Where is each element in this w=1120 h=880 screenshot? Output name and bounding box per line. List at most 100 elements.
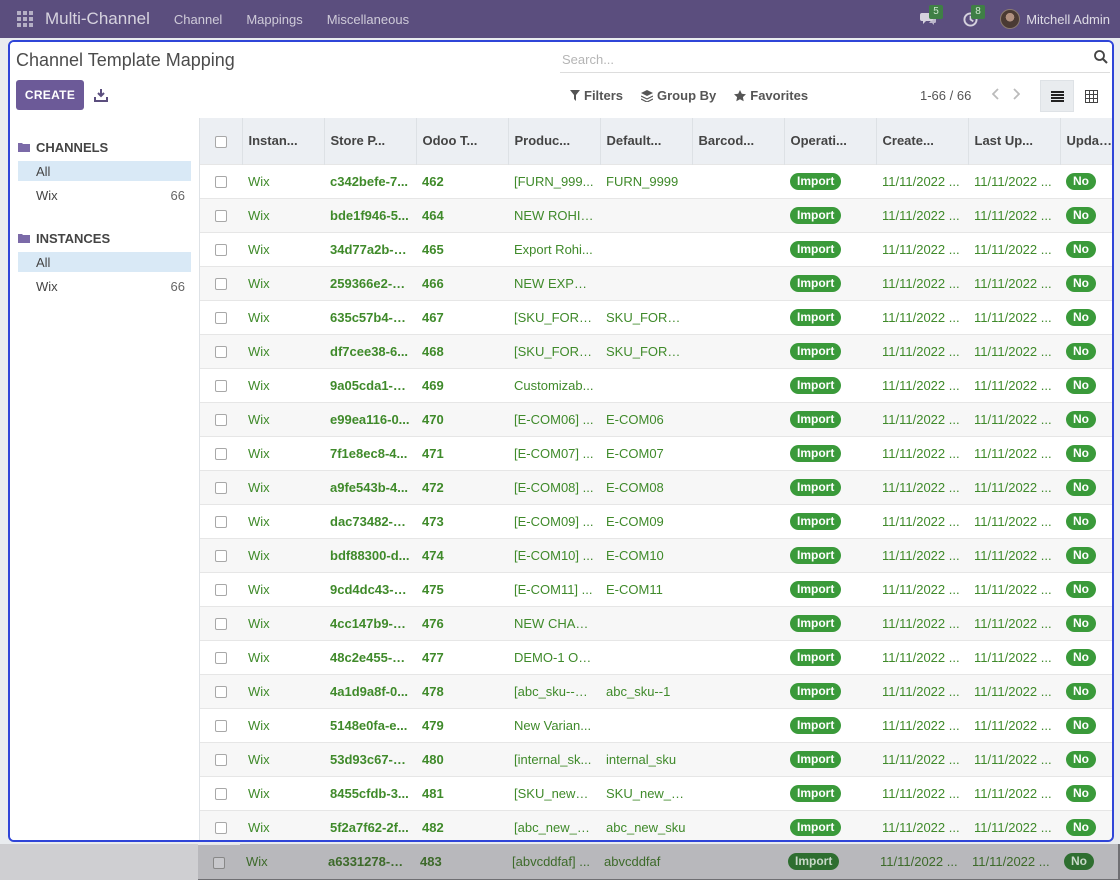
instance-filter-wix[interactable]: Wix 66 <box>18 276 191 296</box>
cell-odoo-template-id: 480 <box>416 741 508 776</box>
table-row[interactable]: Wix 8455cfdb-3... 481 [SKU_new_c... SKU_new_… <box>200 775 1112 810</box>
cell-operation: Import <box>784 537 876 572</box>
pager-value[interactable]: 1-66 / 66 <box>920 88 971 103</box>
menu-channel[interactable]: Channel <box>162 12 234 27</box>
column-header-instance[interactable]: Instan... <box>242 118 325 164</box>
cell-barcode <box>692 537 784 572</box>
cell-odoo-template-id: 482 <box>416 809 508 840</box>
row-checkbox[interactable] <box>200 571 242 606</box>
row-checkbox[interactable] <box>200 605 242 640</box>
overflow-sidebar <box>0 844 198 880</box>
operation-badge: Import <box>790 172 842 190</box>
table-row[interactable]: Wix 5f2a7f62-2f... 482 [abc_new_s... abc_new… <box>200 809 1112 840</box>
row-checkbox[interactable] <box>200 469 242 504</box>
column-header-store-product[interactable]: Store P... <box>324 118 417 164</box>
column-header-operation[interactable]: Operati... <box>784 118 877 164</box>
column-header-update-required[interactable]: Update ... <box>1060 118 1112 164</box>
table-row[interactable]: Wix 635c57b4-4... 467 [SKU_FOR_... SKU_FOR_P… <box>200 299 1112 334</box>
table-row[interactable]: Wix 48c2e455-3... 477 DEMO-1 Od... Import 11/… <box>200 639 1112 674</box>
row-checkbox[interactable] <box>200 809 242 840</box>
download-icon[interactable] <box>94 88 108 102</box>
cell-created-on: 11/11/2022 ... <box>876 367 968 402</box>
cell-odoo-template-id: 472 <box>416 469 508 504</box>
instance-filter-label: Wix <box>36 278 58 294</box>
table-row[interactable]: Wix 53d93c67-e... 480 [internal_sk... intern… <box>200 741 1112 776</box>
table-row[interactable]: Wix 34d77a2b-d... 465 Export Rohi... Import 1… <box>200 231 1112 266</box>
cell-created-on: 11/11/2022 ... <box>876 605 968 640</box>
apps-menu-icon[interactable] <box>17 11 33 27</box>
row-checkbox[interactable] <box>200 435 242 470</box>
pager-previous-icon[interactable] <box>986 88 1006 100</box>
cell-odoo-template-id: 478 <box>416 673 508 708</box>
cell-update-required: No <box>1060 707 1112 742</box>
row-checkbox[interactable] <box>200 741 242 776</box>
row-checkbox[interactable] <box>200 197 242 232</box>
column-header-default-code[interactable]: Default... <box>600 118 693 164</box>
cell-odoo-template-id: 477 <box>416 639 508 674</box>
cell-created-on: 11/11/2022 ... <box>876 435 968 470</box>
cell-last-updated: 11/11/2022 ... <box>968 639 1060 674</box>
cell-store-product-id: bdf88300-d... <box>324 537 416 572</box>
column-header-product[interactable]: Produc... <box>508 118 601 164</box>
column-header-barcode[interactable]: Barcod... <box>692 118 785 164</box>
row-checkbox[interactable] <box>200 333 242 368</box>
table-row[interactable]: Wix bdf88300-d... 474 [E-COM10] ... E-COM10 I… <box>200 537 1112 572</box>
row-checkbox[interactable] <box>200 367 242 402</box>
row-checkbox[interactable] <box>200 231 242 266</box>
row-checkbox[interactable] <box>200 401 242 436</box>
row-checkbox[interactable] <box>200 673 242 708</box>
activities-button[interactable]: 8 <box>958 5 985 29</box>
channel-filter-count: 66 <box>170 187 185 203</box>
column-header-odoo-template[interactable]: Odoo T... <box>416 118 509 164</box>
row-checkbox[interactable] <box>200 163 242 198</box>
list-view-button[interactable] <box>1040 80 1074 112</box>
table-row[interactable]: Wix 4cc147b9-3... 476 NEW CHAN... Import 11/1… <box>200 605 1112 640</box>
user-avatar[interactable] <box>1000 9 1021 29</box>
table-row[interactable]: Wix bde1f946-5... 464 NEW ROHIT... Import 11/… <box>200 197 1112 232</box>
column-header-last-updated[interactable]: Last Up... <box>968 118 1061 164</box>
select-all-checkbox[interactable] <box>200 118 243 164</box>
table-row[interactable]: Wix 9a05cda1-0... 469 Customizab... Import 11… <box>200 367 1112 402</box>
search-input[interactable] <box>562 49 1082 69</box>
row-checkbox[interactable] <box>200 707 242 742</box>
cell-default-code <box>600 707 692 742</box>
pager-next-icon[interactable] <box>1006 88 1026 100</box>
table-row[interactable]: Wix 7f1e8ec8-4... 471 [E-COM07] ... E-COM07 I… <box>200 435 1112 470</box>
menu-miscellaneous[interactable]: Miscellaneous <box>315 12 421 27</box>
search-icon[interactable] <box>1094 50 1108 64</box>
row-checkbox[interactable] <box>200 299 242 334</box>
table-row[interactable]: Wix 5148e0fa-e... 479 New Varian... Import 11… <box>200 707 1112 742</box>
table-row[interactable]: Wix a6331278-e... 483 [abvcddfaf] ... abvcdd… <box>198 844 1118 879</box>
table-row[interactable]: Wix e99ea116-0... 470 [E-COM06] ... E-COM06 I… <box>200 401 1112 436</box>
menu-mappings[interactable]: Mappings <box>234 12 314 27</box>
filters-button[interactable]: Filters <box>570 88 623 103</box>
table-row[interactable]: Wix 4a1d9a8f-0... 478 [abc_sku--1]... abc_sk… <box>200 673 1112 708</box>
messages-button[interactable]: 5 <box>916 5 943 29</box>
app-name[interactable]: Multi-Channel <box>45 9 150 29</box>
user-name[interactable]: Mitchell Admin <box>1026 12 1110 27</box>
row-checkbox[interactable] <box>200 265 242 300</box>
table-row[interactable]: Wix c342befe-7... 462 [FURN_999... FURN_9999… <box>200 163 1112 198</box>
table-row[interactable]: Wix a9fe543b-4... 472 [E-COM08] ... E-COM08 I… <box>200 469 1112 504</box>
group-by-button[interactable]: Group By <box>641 88 716 103</box>
create-button[interactable]: CREATE <box>16 80 84 110</box>
pivot-view-button[interactable] <box>1074 80 1108 112</box>
cell-instance: Wix <box>242 809 324 840</box>
channel-filter-wix[interactable]: Wix 66 <box>18 185 191 205</box>
cell-odoo-template-id: 470 <box>416 401 508 436</box>
row-checkbox[interactable] <box>198 844 240 879</box>
operation-badge: Import <box>790 546 842 564</box>
table-row[interactable]: Wix 259366e2-6... 466 NEW EXPO... Import 11/1… <box>200 265 1112 300</box>
row-checkbox[interactable] <box>200 503 242 538</box>
cell-created-on: 11/11/2022 ... <box>876 775 968 810</box>
channel-filter-all[interactable]: All <box>18 161 191 181</box>
instance-filter-all[interactable]: All <box>18 252 191 272</box>
row-checkbox[interactable] <box>200 775 242 810</box>
row-checkbox[interactable] <box>200 639 242 674</box>
row-checkbox[interactable] <box>200 537 242 572</box>
table-row[interactable]: Wix dac73482-4... 473 [E-COM09] ... E-COM09 I… <box>200 503 1112 538</box>
favorites-button[interactable]: Favorites <box>734 88 808 103</box>
table-row[interactable]: Wix 9cd4dc43-0... 475 [E-COM11] ... E-COM11 I… <box>200 571 1112 606</box>
column-header-created-on[interactable]: Create... <box>876 118 969 164</box>
table-row[interactable]: Wix df7cee38-6... 468 [SKU_FOR_... SKU_FOR_P… <box>200 333 1112 368</box>
